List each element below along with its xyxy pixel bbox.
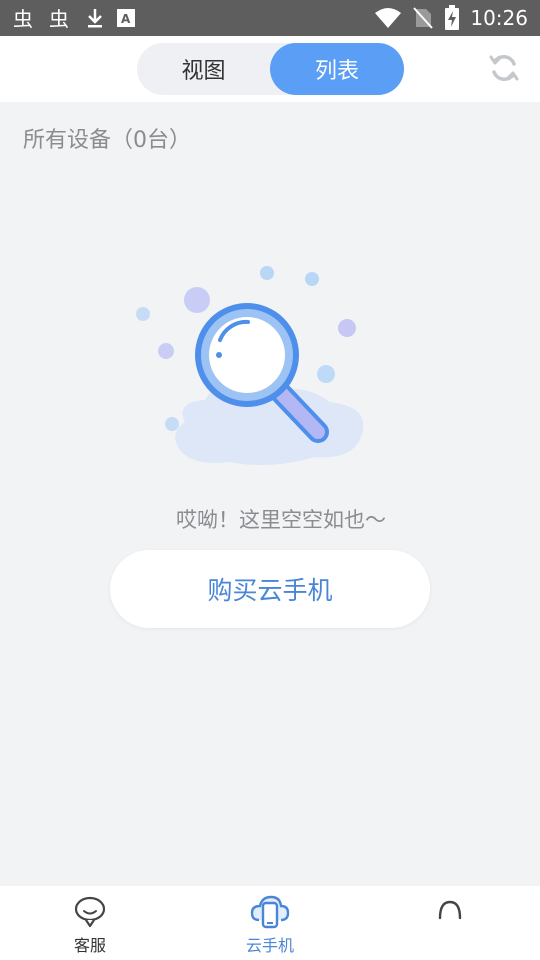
nav-item-service[interactable]: 客服 [0,886,180,960]
cloud-phone-icon [250,894,290,930]
bug-icon: 虫 [48,6,74,30]
svg-text:虫: 虫 [49,7,69,30]
magnifier-empty-icon [130,262,380,482]
device-list-panel: 所有设备（0台） 哎呦！这里空空如也～ 购买云手机 [0,102,540,886]
nav-item-cloud-phone[interactable]: 云手机 [180,886,360,960]
nav-label-service: 客服 [73,936,106,955]
refresh-icon[interactable] [486,50,522,86]
battery-charging-icon [444,5,460,31]
user-icon [434,894,466,930]
wifi-icon [374,7,402,29]
download-icon [84,6,106,30]
status-bar-left: 虫 虫 A [12,0,136,36]
tab-list[interactable]: 列表 [270,43,404,95]
status-bar: 虫 虫 A 10:26 [0,0,540,36]
tab-view[interactable]: 视图 [137,43,270,95]
nav-label-cloud-phone: 云手机 [245,936,294,955]
bottom-nav: 客服 云手机 [0,886,540,960]
bug-icon: 虫 [12,6,38,30]
status-time: 10:26 [470,6,528,30]
nav-item-user[interactable] [360,886,540,960]
a-box-icon: A [116,7,136,29]
top-header: 视图 列表 [0,36,540,102]
svg-text:A: A [121,12,131,26]
svg-text:虫: 虫 [13,7,33,30]
empty-state-message: 哎呦！这里空空如也～ [176,508,386,532]
no-sim-icon [412,6,434,30]
status-bar-right: 10:26 [374,0,528,36]
chat-bubble-icon [73,894,107,930]
device-count-label: 所有设备（0台） [23,128,191,153]
buy-cloud-phone-button[interactable]: 购买云手机 [110,550,430,628]
view-mode-switch: 视图 列表 [137,43,404,95]
